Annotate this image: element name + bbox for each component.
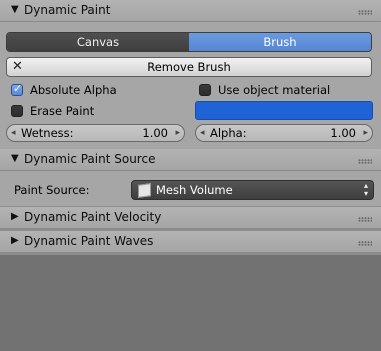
paint-color-swatch[interactable] — [195, 101, 373, 120]
absolute-alpha-label: Absolute Alpha — [30, 83, 117, 97]
decrement-arrow-icon[interactable]: ◂ — [200, 125, 205, 141]
updown-arrows-icon: ▴ ▾ — [363, 181, 368, 198]
panel-header-dynamic-paint-velocity[interactable]: ▶ Dynamic Paint Velocity — [0, 207, 381, 229]
wetness-label: Wetness: — [21, 126, 74, 140]
panel-title: Dynamic Paint Velocity — [24, 210, 162, 224]
expanded-arrow-icon: ▼ — [11, 4, 19, 15]
panel-title: Dynamic Paint Source — [24, 152, 156, 166]
canvas-brush-toggle: Canvas Brush — [6, 32, 372, 52]
drag-grip-icon[interactable] — [358, 241, 372, 246]
increment-arrow-icon[interactable]: ▸ — [363, 125, 368, 141]
wetness-field[interactable]: ◂ Wetness: 1.00 ▸ — [6, 124, 185, 142]
collapsed-arrow-icon: ▶ — [11, 211, 19, 222]
expanded-arrow-icon: ▼ — [11, 153, 19, 164]
alpha-value: 1.00 — [330, 126, 356, 140]
alpha-label: Alpha: — [210, 126, 247, 140]
use-object-material-checkbox[interactable] — [199, 84, 211, 96]
decrement-arrow-icon[interactable]: ◂ — [11, 125, 16, 141]
erase-paint-label: Erase Paint — [30, 104, 95, 118]
paint-source-dropdown[interactable]: Mesh Volume ▴ ▾ — [131, 180, 374, 200]
paint-source-label: Paint Source: — [14, 183, 90, 197]
panel-header-dynamic-paint-source[interactable]: ▼ Dynamic Paint Source — [0, 149, 381, 171]
increment-arrow-icon[interactable]: ▸ — [175, 125, 180, 141]
drag-grip-icon[interactable] — [358, 10, 372, 15]
absolute-alpha-checkbox[interactable] — [11, 82, 23, 96]
alpha-field[interactable]: ◂ Alpha: 1.00 ▸ — [195, 124, 373, 142]
panel-title: Dynamic Paint Waves — [24, 234, 154, 248]
mesh-cube-icon — [138, 183, 151, 198]
remove-brush-label: Remove Brush — [147, 60, 231, 74]
erase-paint-checkbox[interactable] — [11, 105, 23, 117]
canvas-option[interactable]: Canvas — [7, 33, 189, 51]
paint-source-value: Mesh Volume — [156, 183, 233, 197]
remove-brush-button[interactable]: ✕ Remove Brush — [6, 57, 372, 77]
panel-title: Dynamic Paint — [24, 3, 111, 17]
brush-option[interactable]: Brush — [189, 33, 371, 51]
panel-header-dynamic-paint-waves[interactable]: ▶ Dynamic Paint Waves — [0, 231, 381, 253]
collapsed-arrow-icon: ▶ — [11, 235, 19, 246]
drag-grip-icon[interactable] — [358, 217, 372, 222]
drag-grip-icon[interactable] — [358, 159, 372, 164]
panel-header-dynamic-paint[interactable]: ▼ Dynamic Paint — [0, 0, 381, 22]
use-object-material-label: Use object material — [218, 83, 331, 97]
wetness-value: 1.00 — [142, 126, 168, 140]
